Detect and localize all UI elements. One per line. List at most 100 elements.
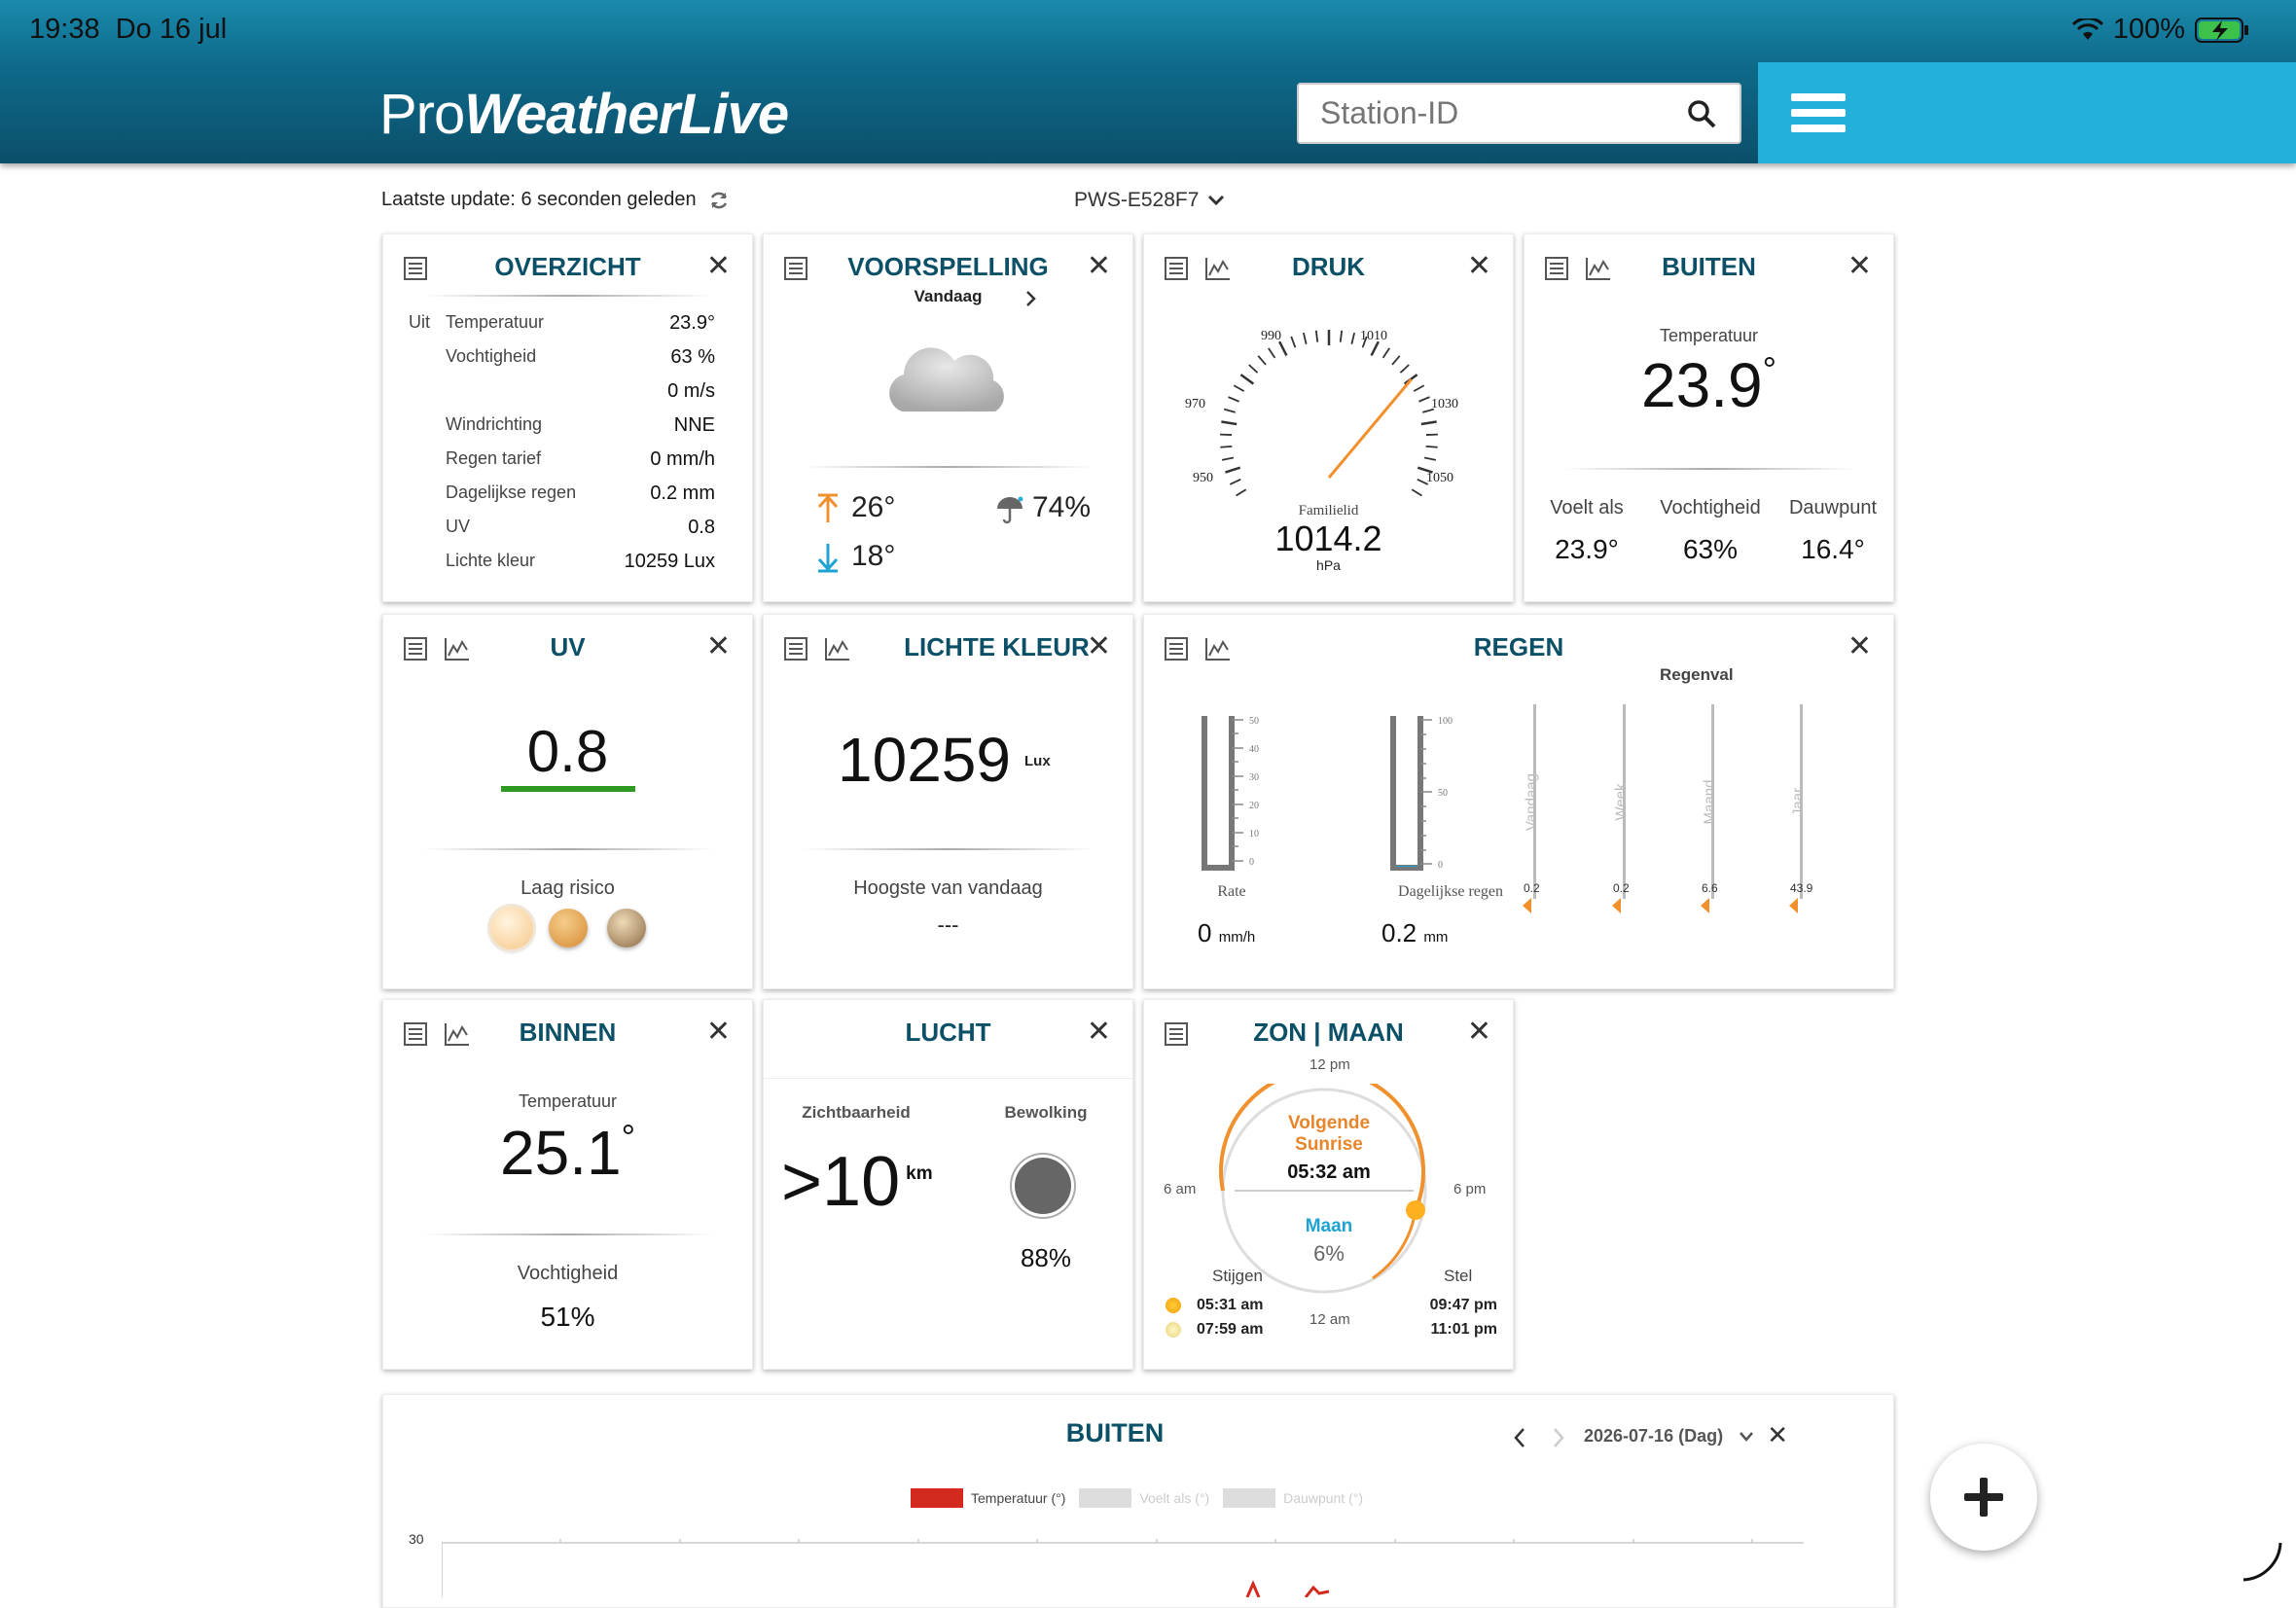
chevron-down-icon[interactable] (1738, 1430, 1755, 1444)
gauge-tick (1240, 375, 1253, 383)
morning-label: 6 am (1164, 1181, 1196, 1197)
gauge-tick (1279, 341, 1286, 355)
rain-daily-label: Dagelijkse regen (1368, 883, 1533, 901)
rainfall-bar: Week 0.2 (1613, 704, 1671, 899)
close-icon[interactable]: ✕ (1848, 632, 1872, 661)
svg-text:30: 30 (1249, 772, 1259, 783)
divider (803, 848, 1094, 850)
graph-date[interactable]: 2026-07-16 (Dag) (1584, 1426, 1723, 1447)
rainfall-bar: Jaar 43.9 (1790, 704, 1848, 899)
svg-text:0: 0 (1438, 860, 1443, 871)
outside-temp: 23.9° (1525, 349, 1893, 421)
menu-button[interactable] (1758, 62, 2296, 163)
evening-label: 6 pm (1453, 1181, 1486, 1197)
close-icon[interactable]: ✕ (706, 632, 731, 661)
search-icon[interactable] (1685, 97, 1718, 130)
station-selector[interactable]: PWS-E528F7 (1074, 189, 1226, 212)
home-indicator (2238, 1537, 2286, 1586)
cloud-value: 88% (978, 1243, 1114, 1273)
card-title: ZON | MAAN (1144, 1018, 1513, 1048)
umbrella-icon (995, 495, 1024, 524)
rainfall-bar: Maand 6.6 (1702, 704, 1760, 899)
rainfall-label: Regenval (1660, 665, 1734, 685)
skin-tone-dark (607, 909, 646, 947)
overview-card: OVERZICHT ✕ UitTemperatuur23.9° Vochtigh… (382, 233, 753, 602)
y-tick-label: 30 (409, 1531, 424, 1547)
gauge-tick (1424, 458, 1436, 460)
gauge-tick-label: 1030 (1431, 397, 1458, 411)
gauge-tick (1414, 385, 1423, 391)
close-icon[interactable]: ✕ (1087, 252, 1111, 281)
divider (422, 848, 714, 850)
svg-text:100: 100 (1438, 716, 1453, 727)
uv-risk: Laag risico (383, 877, 752, 900)
card-title: OVERZICHT (383, 252, 752, 282)
close-icon[interactable]: ✕ (1087, 1018, 1111, 1047)
light-max-label: Hoogste van vandaag (764, 877, 1132, 900)
status-indicators: 100% (2072, 14, 2249, 46)
battery-charging-icon (2195, 17, 2249, 44)
close-icon[interactable]: ✕ (1467, 1018, 1491, 1047)
chevron-right-icon[interactable] (1551, 1426, 1566, 1449)
rain-daily-gauge: 100500 (1381, 712, 1459, 877)
card-title: BINNEN (383, 1018, 752, 1048)
card-title: DRUK (1144, 252, 1513, 282)
humidity-label: Vochtigheid (383, 1263, 752, 1285)
svg-text:40: 40 (1249, 744, 1259, 755)
light-unit: Lux (1024, 753, 1051, 769)
close-icon[interactable]: ✕ (706, 1018, 731, 1047)
card-title: BUITEN (1525, 252, 1893, 282)
last-update-text: Laatste update: 6 seconden geleden (381, 189, 697, 211)
close-icon[interactable]: ✕ (1767, 1422, 1788, 1447)
close-icon[interactable]: ✕ (1848, 252, 1872, 281)
pointer-icon (1788, 897, 1800, 914)
add-widget-button[interactable] (1930, 1444, 2037, 1551)
noon-label: 12 pm (1309, 1056, 1350, 1073)
midnight-label: 12 am (1309, 1311, 1350, 1328)
inside-temp: 25.1° (383, 1117, 752, 1189)
forecast-card: VOORSPELLING ✕ Vandaag 26° 74% 18° (763, 233, 1133, 602)
gauge-tick (1421, 421, 1437, 424)
close-icon[interactable]: ✕ (1467, 252, 1491, 281)
next-event: VolgendeSunrise (1241, 1113, 1417, 1156)
battery-percent: 100% (2113, 14, 2185, 46)
gauge-tick (1224, 410, 1236, 412)
close-icon[interactable]: ✕ (706, 252, 731, 281)
temp-label: Temperatuur (383, 1091, 752, 1112)
station-search-input[interactable] (1320, 95, 1670, 131)
gauge-tick (1234, 385, 1243, 391)
chevron-left-icon[interactable] (1512, 1426, 1527, 1449)
sun-moon-card: ZON | MAAN ✕ 12 pm 12 am 6 am 6 pm Volge… (1143, 999, 1514, 1370)
refresh-icon[interactable] (708, 190, 730, 211)
legend-swatch (911, 1488, 963, 1508)
sun-set-time: 09:47 pm (1430, 1297, 1497, 1314)
sun-rise-time: 05:31 am (1197, 1297, 1264, 1314)
divider (803, 466, 1094, 468)
moon-phase: 6% (1241, 1241, 1417, 1267)
chevron-right-icon[interactable] (1024, 289, 1038, 308)
gauge-tick (1372, 341, 1379, 355)
moon-set-time: 11:01 pm (1431, 1321, 1497, 1339)
gauge-tick (1392, 356, 1400, 365)
card-title: REGEN (1144, 632, 1893, 662)
sky-card: LUCHT ✕ Zichtbaarheid >10km Bewolking 88… (763, 999, 1133, 1370)
skin-tone-medium (549, 909, 588, 947)
gauge-tick (1249, 365, 1258, 373)
app-logo[interactable]: ProWeatherLive (379, 82, 788, 147)
next-time: 05:32 am (1241, 1161, 1417, 1184)
card-title: VOORSPELLING (764, 252, 1132, 282)
chart-area (442, 1539, 1823, 1597)
app-header: 19:38 Do 16 jul 100% ProWeatherLive (0, 0, 2296, 163)
gauge-tick (1230, 480, 1240, 484)
close-icon[interactable]: ✕ (1087, 632, 1111, 661)
forecast-low: 18° (851, 540, 895, 573)
card-title: LUCHT (764, 1018, 1132, 1048)
gauge-tick (1258, 356, 1266, 365)
forecast-rain-chance: 74% (1032, 491, 1091, 524)
gauge-tick (1237, 489, 1246, 495)
gauge-tick (1412, 489, 1421, 495)
gauge-needle (1329, 379, 1412, 478)
gauge-tick (1400, 365, 1409, 373)
details-icon[interactable] (783, 636, 808, 661)
gauge-tick-label: 950 (1193, 471, 1213, 485)
